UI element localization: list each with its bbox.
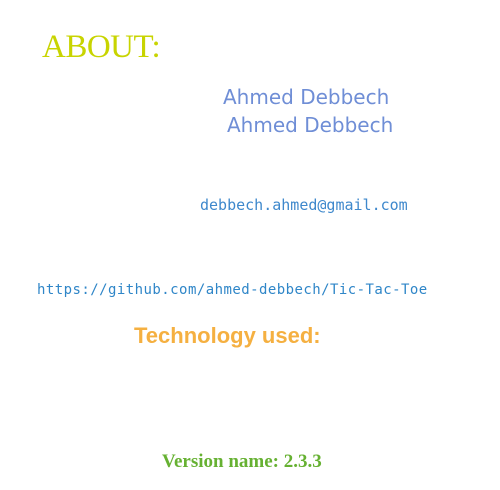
author-name-secondary: Ahmed Debbech bbox=[227, 113, 394, 137]
author-name: Ahmed Debbech bbox=[223, 85, 390, 109]
version-label: Version name: 2.3.3 bbox=[162, 451, 322, 472]
technology-heading: Technology used: bbox=[134, 323, 321, 348]
email-link[interactable]: debbech.ahmed@gmail.com bbox=[200, 196, 408, 214]
github-link[interactable]: https://github.com/ahmed-debbech/Tic-Tac… bbox=[37, 282, 428, 298]
about-title: ABOUT: bbox=[42, 29, 161, 65]
